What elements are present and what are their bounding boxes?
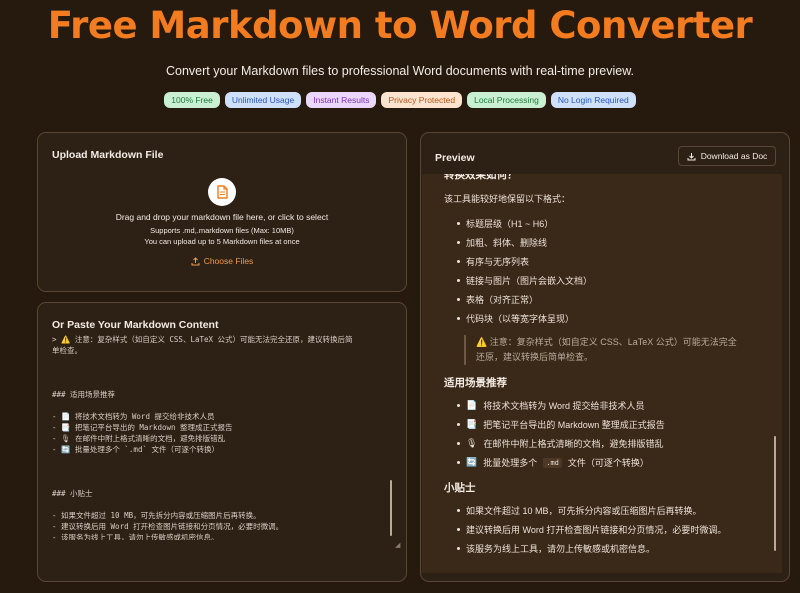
download-doc-button[interactable]: Download as Doc [678, 146, 776, 166]
upload-supports-text: Supports .md,.markdown files (Max: 10MB) [150, 226, 294, 235]
file-icon [208, 178, 236, 206]
download-icon [687, 152, 696, 160]
preview-panel-title: Preview [435, 152, 475, 164]
list-item: 📄 将技术文档转为 Word 提交给非技术人员 [457, 399, 645, 412]
list-item: 代码块（以等宽字体呈现） [457, 312, 574, 325]
md-line [52, 477, 392, 488]
md-line [52, 356, 392, 367]
upload-drag-text: Drag and drop your markdown file here, o… [115, 212, 329, 222]
md-line [52, 400, 392, 411]
md-line: ### 适用场景推荐 [52, 390, 116, 399]
upload-panel-title: Upload Markdown File [52, 149, 164, 161]
markdown-textarea[interactable]: > ⚠️ 注意：复杂样式（如自定义 CSS、LaTeX 公式）可能无法完全还原，… [52, 333, 392, 540]
blockquote-line: ⚠️ 注意：复杂样式（如自定义 CSS、LaTeX 公式）可能无法完全 [476, 337, 737, 347]
list-item: 如果文件超过 10 MB，可先拆分内容或压缩图片后再转换。 [457, 504, 702, 517]
bookmark-tabs-icon: 📑 [466, 419, 478, 429]
list-item: 有序与无序列表 [457, 255, 529, 268]
upload-panel: Upload Markdown File Drag and drop your … [37, 132, 407, 292]
inline-code: .md [543, 457, 562, 468]
preview-heading: 转换效果如何？ [444, 174, 518, 181]
preview-paragraph: 该工具能较好地保留以下格式： [444, 194, 571, 204]
list-item: 表格（对齐正常） [457, 293, 538, 306]
editor-scrollbar[interactable] [390, 480, 392, 536]
choose-files-button[interactable]: Choose Files [182, 252, 262, 270]
list-item: 🎙 在邮件中附上格式清晰的文档，避免排版错乱 [457, 437, 663, 450]
page-icon: 📄 [466, 400, 478, 410]
resize-handle-icon[interactable]: ◢ [395, 541, 400, 549]
upload-icon [191, 256, 200, 265]
badge-free: 100% Free [164, 92, 220, 108]
list-item: 建议转换后用 Word 打开检查图片链接和分页情况，必要时微调。 [457, 523, 726, 536]
md-line [52, 455, 392, 466]
list-item: 加粗、斜体、删除线 [457, 236, 547, 249]
badge-unlimited: Unlimited Usage [224, 92, 302, 108]
preview-heading: 适用场景推荐 [444, 377, 507, 389]
preview-scrollbar[interactable] [774, 436, 776, 551]
list-item: 标题层级（H1 ~ H6） [457, 217, 553, 230]
badge-privacy: Privacy Protected [381, 92, 463, 108]
md-line: ### 小贴士 [52, 489, 93, 498]
md-line: - 该服务为线上工具，请勿上传敏感或机密信息。 [52, 533, 219, 540]
list-item: 📑 把笔记平台导出的 Markdown 整理成正式报告 [457, 418, 665, 431]
md-line: 单检查。 [52, 346, 82, 355]
list-item: 链接与图片（图片会嵌入文档） [457, 274, 592, 287]
md-line: - 🔄 批量处理多个 `.md` 文件（可逐个转换） [52, 445, 219, 454]
preview-content: 转换效果如何？ 该工具能较好地保留以下格式： 标题层级（H1 ~ H6） 加粗、… [422, 174, 782, 573]
md-line: - 建议转换后用 Word 打开检查图片链接和分页情况，必要时微调。 [52, 522, 284, 531]
list-item: 该服务为线上工具，请勿上传敏感或机密信息。 [457, 542, 655, 555]
md-line: - 🎙 在邮件中附上格式清晰的文档，避免排版错乱 [52, 434, 226, 443]
list-item: 🔄 批量处理多个 .md 文件（可逐个转换） [457, 456, 649, 469]
badge-no-login: No Login Required [550, 92, 636, 108]
paste-panel-title: Or Paste Your Markdown Content [52, 319, 219, 331]
feature-badges: 100% Free Unlimited Usage Instant Result… [0, 92, 800, 108]
microphone-icon: 🎙 [466, 438, 478, 448]
preview-scroll-area[interactable]: 转换效果如何？ 该工具能较好地保留以下格式： 标题层级（H1 ~ H6） 加粗、… [422, 174, 800, 573]
preview-panel: Preview Download as Doc 转换效果如何？ 该工具能较好地保… [420, 132, 790, 582]
preview-heading: 小贴士 [444, 482, 476, 494]
blockquote-line: 还原，建议转换后简单检查。 [476, 352, 594, 362]
badge-instant: Instant Results [306, 92, 377, 108]
md-line [52, 466, 392, 477]
preview-blockquote: ⚠️ 注意：复杂样式（如自定义 CSS、LaTeX 公式）可能无法完全 还原，建… [464, 335, 754, 365]
md-line [52, 499, 392, 510]
md-line: - 📑 把笔记平台导出的 Markdown 整理成正式报告 [52, 423, 233, 432]
choose-files-label: Choose Files [203, 256, 254, 266]
page-subtitle: Convert your Markdown files to professio… [165, 64, 635, 78]
upload-limit-text: You can upload up to 5 Markdown files at… [144, 237, 300, 246]
page-title: Free Markdown to Word Converter [47, 4, 753, 47]
repeat-icon: 🔄 [466, 457, 478, 467]
download-doc-label: Download as Doc [700, 151, 768, 161]
md-line: > ⚠️ 注意：复杂样式（如自定义 CSS、LaTeX 公式）可能无法完全还原，… [52, 335, 353, 344]
md-line: - 如果文件超过 10 MB，可先拆分内容或压缩图片后再转换。 [52, 511, 261, 520]
badge-local: Local Processing [467, 92, 546, 108]
md-line [52, 367, 392, 378]
md-line: - 📄 将技术文档转为 Word 提交给非技术人员 [52, 412, 215, 421]
md-line [52, 378, 392, 389]
paste-panel: Or Paste Your Markdown Content > ⚠️ 注意：复… [37, 302, 407, 582]
